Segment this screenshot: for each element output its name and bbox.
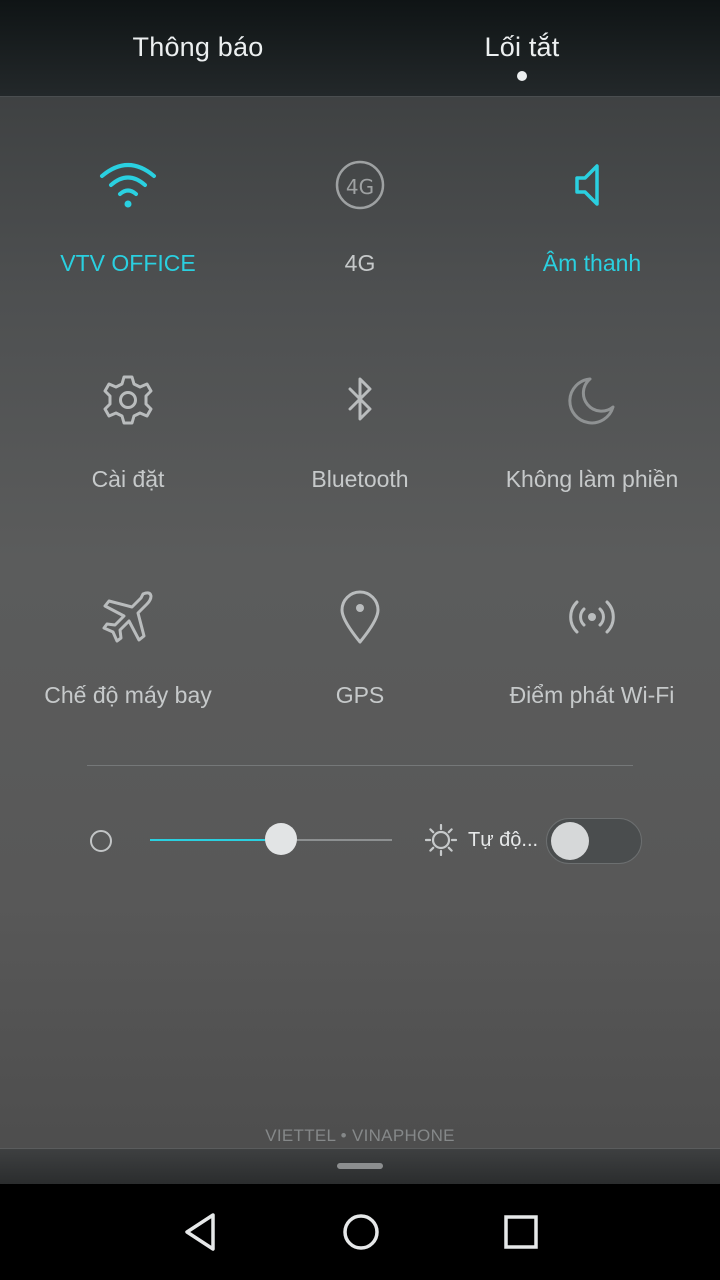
brightness-slider-fill [150, 839, 281, 841]
gear-icon [98, 370, 158, 430]
sun-icon [425, 824, 457, 856]
brightness-slider[interactable] [150, 823, 392, 855]
carrier-label: VIETTEL • VINAPHONE [265, 1126, 455, 1145]
tile-wifi-hotspot-label: Điểm phát Wi-Fi [509, 682, 675, 708]
tile-gps[interactable]: GPS [244, 586, 476, 786]
location-pin-icon [330, 586, 390, 646]
auto-brightness-toggle[interactable] [546, 818, 642, 864]
home-circle-icon[interactable] [321, 1204, 401, 1260]
tile-wifi[interactable]: VTV OFFICE [12, 154, 244, 354]
hotspot-icon [562, 586, 622, 646]
tile-settings-label: Cài đặt [91, 466, 165, 492]
tile-wifi-label: VTV OFFICE [60, 250, 196, 276]
tile-4g-label: 4G [344, 250, 376, 276]
drag-handle[interactable] [337, 1163, 383, 1169]
airplane-icon [98, 586, 158, 646]
tile-sound-label: Âm thanh [542, 250, 642, 276]
tab-shortcuts[interactable]: Lối tắt [342, 0, 702, 96]
speaker-icon [562, 154, 622, 214]
tab-shortcuts-label: Lối tắt [484, 32, 560, 62]
tile-bluetooth[interactable]: Bluetooth [244, 370, 476, 570]
tile-airplane-mode-label: Chế độ máy bay [44, 682, 212, 708]
tile-do-not-disturb-label: Không làm phiền [505, 466, 679, 492]
tile-bluetooth-label: Bluetooth [311, 466, 409, 492]
svg-text:4G: 4G [346, 175, 374, 199]
section-divider [87, 765, 633, 766]
wifi-icon [98, 154, 158, 214]
tile-gps-label: GPS [335, 682, 385, 708]
brightness-slider-thumb[interactable] [264, 823, 297, 855]
brightness-min-icon [90, 830, 112, 852]
4g-icon: 4G [330, 154, 390, 214]
moon-icon [562, 370, 622, 430]
tile-sound[interactable]: Âm thanh [476, 154, 708, 354]
active-tab-indicator [517, 71, 527, 81]
tile-airplane-mode[interactable]: Chế độ máy bay [12, 586, 244, 786]
auto-brightness-toggle-knob [551, 822, 589, 860]
tile-settings[interactable]: Cài đặt [12, 370, 244, 570]
panel-handle-bar [0, 1148, 720, 1185]
quick-panel-tabs: Thông báo Lối tắt [0, 0, 720, 97]
tab-notifications[interactable]: Thông báo [18, 0, 378, 96]
auto-brightness-label: Tự độ... [468, 829, 539, 851]
bluetooth-icon [330, 370, 390, 430]
tile-do-not-disturb[interactable]: Không làm phiền [476, 370, 708, 570]
tile-wifi-hotspot[interactable]: Điểm phát Wi-Fi [476, 586, 708, 786]
recents-square-icon[interactable] [481, 1204, 561, 1260]
navigation-bar [0, 1184, 720, 1280]
tile-4g[interactable]: 4G 4G [244, 154, 476, 354]
back-triangle-icon[interactable] [160, 1204, 240, 1260]
tab-notifications-label: Thông báo [132, 32, 264, 62]
brightness-row: Tự độ... [0, 800, 720, 880]
